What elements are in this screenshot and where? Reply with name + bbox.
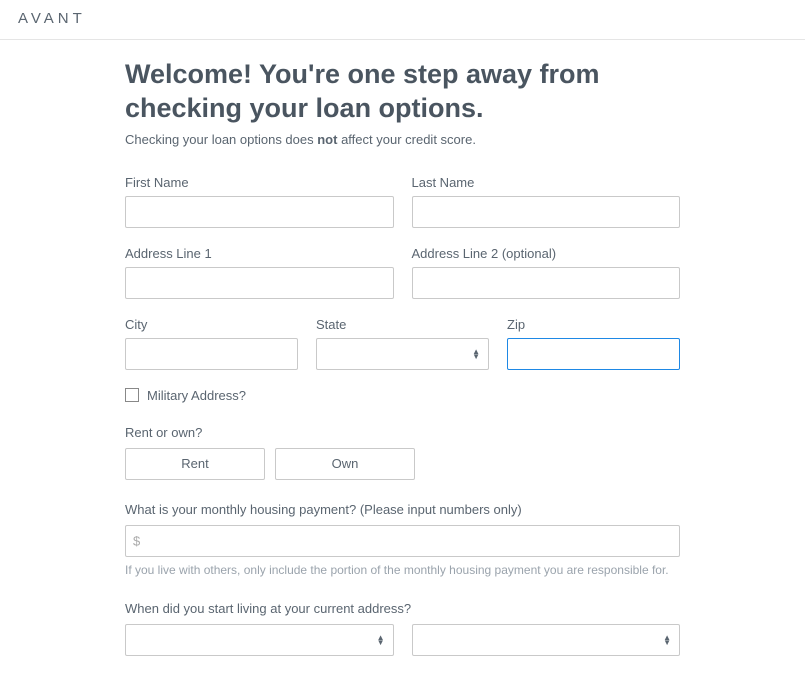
state-label: State [316,317,489,332]
subtext-post: affect your credit score. [337,132,476,147]
address1-input[interactable] [125,267,394,299]
city-input[interactable] [125,338,298,370]
city-label: City [125,317,298,332]
page-subtext: Checking your loan options does not affe… [125,132,680,147]
own-button[interactable]: Own [275,448,415,480]
rent-button[interactable]: Rent [125,448,265,480]
state-select[interactable] [317,339,488,369]
last-name-input[interactable] [412,196,681,228]
move-in-month-select-wrap: ▲▼ [125,624,394,656]
rent-own-label: Rent or own? [125,425,680,440]
first-name-input[interactable] [125,196,394,228]
address1-label: Address Line 1 [125,246,394,261]
state-select-wrap: ▲▼ [316,338,489,370]
move-in-year-select[interactable] [413,625,680,655]
housing-payment-helper: If you live with others, only include th… [125,563,680,577]
subtext-bold: not [317,132,337,147]
zip-input[interactable] [507,338,680,370]
last-name-label: Last Name [412,175,681,190]
move-in-year-select-wrap: ▲▼ [412,624,681,656]
form-container: Welcome! You're one step away from check… [125,58,680,676]
zip-label: Zip [507,317,680,332]
brand-logo: AVANT [18,10,787,27]
address2-input[interactable] [412,267,681,299]
header: AVANT [0,0,805,40]
page-title: Welcome! You're one step away from check… [125,58,680,126]
move-in-month-select[interactable] [126,625,393,655]
subtext-pre: Checking your loan options does [125,132,317,147]
military-checkbox[interactable] [125,388,139,402]
address2-label: Address Line 2 (optional) [412,246,681,261]
housing-payment-input[interactable] [125,525,680,557]
military-label: Military Address? [147,388,246,403]
move-in-label: When did you start living at your curren… [125,601,680,616]
housing-payment-label: What is your monthly housing payment? (P… [125,502,680,517]
first-name-label: First Name [125,175,394,190]
